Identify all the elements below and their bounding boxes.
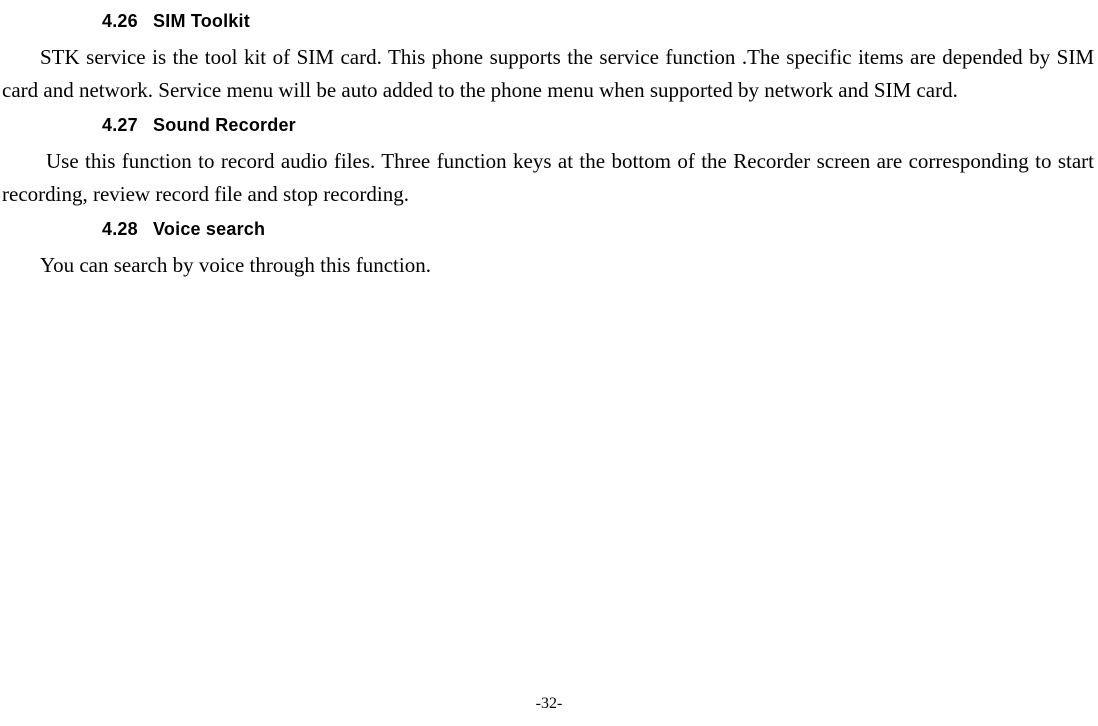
page-number: -32- bbox=[0, 692, 1098, 716]
section-heading-428: 4.28 Voice search bbox=[102, 216, 1094, 243]
section-title: Voice search bbox=[153, 219, 265, 239]
section-title: SIM Toolkit bbox=[153, 11, 250, 31]
section-heading-427: 4.27 Sound Recorder bbox=[102, 112, 1094, 139]
section-heading-426: 4.26 SIM Toolkit bbox=[102, 8, 1094, 35]
section-body-426: STK service is the tool kit of SIM card.… bbox=[2, 41, 1094, 106]
section-number: 4.26 bbox=[102, 8, 138, 35]
section-title: Sound Recorder bbox=[153, 115, 296, 135]
section-number: 4.27 bbox=[102, 112, 138, 139]
section-number: 4.28 bbox=[102, 216, 138, 243]
section-body-427: Use this function to record audio files.… bbox=[2, 145, 1094, 210]
section-body-428: You can search by voice through this fun… bbox=[2, 249, 1094, 282]
